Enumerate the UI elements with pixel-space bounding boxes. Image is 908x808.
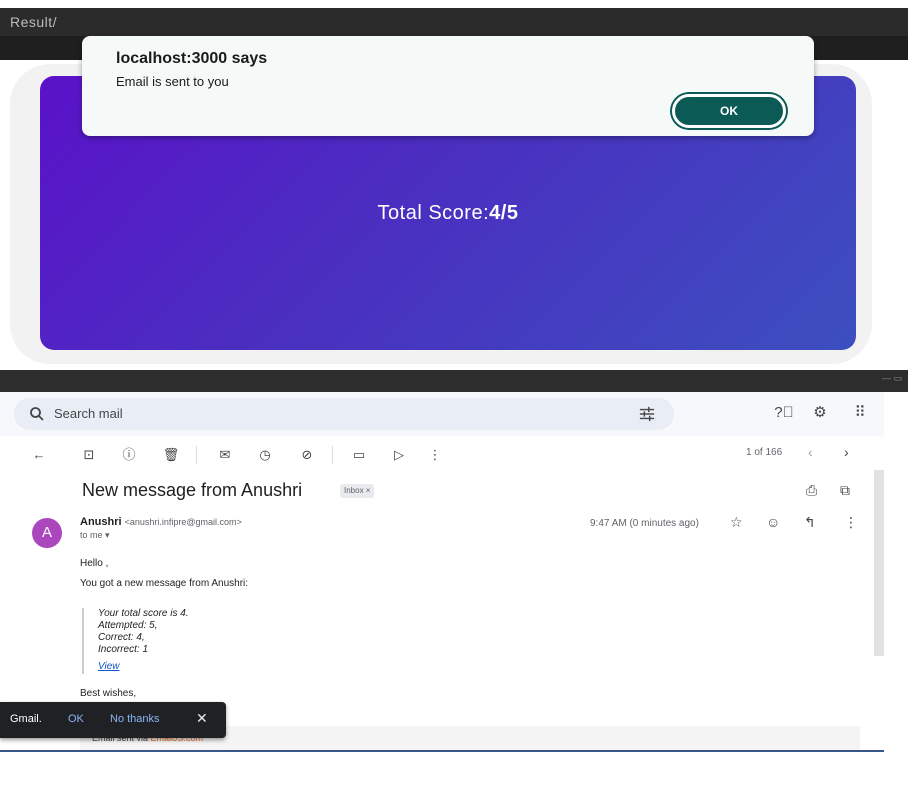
total-score: Total Score:4/5 (40, 202, 856, 225)
toolbar-divider (332, 446, 333, 464)
more-options-icon[interactable]: ⋮ (844, 514, 858, 531)
mark-unread-icon[interactable]: ✉ (216, 446, 234, 464)
recipient-details-dropdown[interactable]: to me ▾ (80, 530, 110, 541)
more-vert-icon[interactable]: ⋮ (426, 446, 444, 464)
close-icon[interactable]: ✕ (196, 710, 208, 727)
move-to-icon[interactable]: ▭ (350, 446, 368, 464)
view-link[interactable]: View (98, 661, 120, 672)
previous-chevron-icon[interactable]: ‹ (808, 444, 813, 460)
back-arrow-icon[interactable]: ← (30, 446, 48, 464)
email-intro: You got a new message from Anushri: (80, 578, 249, 589)
gmail-window: — ▭ Search mail ?⃝ ⚙ ⠿ ← ⊡ ⓘ 🗑 ✉ ◷ ⊘ ▭ ▷… (0, 370, 908, 808)
add-to-tasks-icon[interactable]: ⊘ (298, 446, 316, 464)
snooze-clock-icon[interactable]: ◷ (256, 446, 274, 464)
browser-bar: Result/ (0, 8, 908, 36)
print-icon[interactable]: ⎙ (806, 482, 817, 499)
inbox-label-chip[interactable]: Inbox × (340, 484, 375, 498)
quote-line: Correct: 4, (98, 632, 145, 643)
toast-brand: Gmail. (10, 713, 42, 725)
emoji-react-icon[interactable]: ☺ (766, 514, 780, 530)
next-chevron-icon[interactable]: › (844, 444, 849, 460)
gmail-header: Search mail ?⃝ ⚙ ⠿ (0, 392, 884, 436)
search-input[interactable]: Search mail (54, 406, 123, 421)
reply-arrow-icon[interactable]: ↰ (804, 514, 816, 531)
score-label: Total Score: (377, 202, 490, 224)
help-icon[interactable]: ?⃝ (773, 402, 795, 424)
quiz-result-page: Result/ Total Score:4/5 localhost:3000 s… (0, 0, 908, 368)
minimize-icon[interactable]: — ▭ (882, 373, 902, 384)
pager-count: 1 of 166 (746, 447, 783, 458)
archive-icon[interactable]: ⊡ (80, 446, 98, 464)
search-icon[interactable] (28, 405, 46, 423)
label-icon[interactable]: ▷ (390, 446, 408, 464)
open-in-new-window-icon[interactable]: ⧉ (840, 482, 850, 499)
email-timestamp: 9:47 AM (0 minutes ago) (590, 518, 699, 529)
alert-message: Email is sent to you (116, 74, 229, 89)
gmail-toast: Gmail. OK No thanks ✕ (0, 702, 226, 738)
sender-email: <anushri.infipre@gmail.com> (124, 517, 242, 527)
search-bar[interactable]: Search mail (14, 398, 674, 430)
score-value: 4/5 (489, 202, 519, 224)
sender-line: Anushri <anushri.infipre@gmail.com> (80, 516, 242, 528)
scrollbar[interactable] (874, 470, 884, 656)
sender-avatar: A (32, 518, 62, 548)
delete-icon[interactable]: 🗑 (162, 446, 180, 464)
apps-grid-icon[interactable]: ⠿ (849, 402, 871, 424)
quote-line: Incorrect: 1 (98, 644, 149, 655)
breadcrumb: Result/ (10, 14, 58, 30)
sender-name: Anushri (80, 516, 122, 528)
email-subject: New message from Anushri (82, 480, 303, 500)
alert-ok-button[interactable]: OK (672, 94, 786, 128)
toast-ok-button[interactable]: OK (68, 713, 84, 725)
star-icon[interactable]: ☆ (730, 514, 743, 531)
browser-strip: — ▭ (0, 370, 908, 392)
score-quote-block: Your total score is 4. Attempted: 5, Cor… (82, 608, 282, 674)
email-closing: Best wishes, (80, 688, 137, 699)
toast-no-thanks-button[interactable]: No thanks (110, 713, 160, 725)
window-bottom-border (0, 750, 884, 752)
search-options-icon[interactable] (638, 406, 656, 422)
quote-line: Your total score is 4. (98, 608, 189, 619)
report-spam-icon[interactable]: ⓘ (120, 446, 138, 464)
settings-gear-icon[interactable]: ⚙ (809, 402, 831, 424)
email-greeting: Hello , (80, 558, 109, 569)
alert-dialog: localhost:3000 says Email is sent to you… (82, 36, 814, 136)
alert-title: localhost:3000 says (116, 50, 268, 67)
toolbar-divider (196, 446, 197, 464)
quote-line: Attempted: 5, (98, 620, 158, 631)
